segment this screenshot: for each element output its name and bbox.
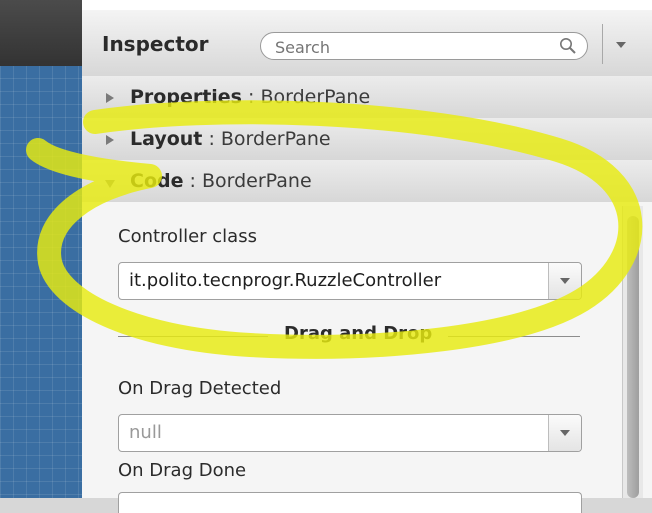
on-drag-detected-combo[interactable]: null xyxy=(118,414,582,452)
scrollbar-thumb[interactable] xyxy=(627,216,639,498)
code-section-body: Controller class it.polito.tecnprogr.Ruz… xyxy=(82,202,652,513)
section-title-code: Code : BorderPane xyxy=(130,170,312,192)
section-type: BorderPane xyxy=(201,170,312,192)
collapsed-arrow-icon[interactable] xyxy=(104,134,116,146)
canvas-toolbar-area xyxy=(0,0,82,66)
header-divider xyxy=(602,24,603,64)
section-type: BorderPane xyxy=(260,86,371,108)
section-code[interactable]: Code : BorderPane xyxy=(82,160,652,203)
drag-drop-heading: Drag and Drop xyxy=(268,323,449,344)
vertical-scrollbar[interactable] xyxy=(622,206,643,498)
section-separator: : xyxy=(202,128,221,150)
menu-chevron-down-icon[interactable] xyxy=(612,38,630,52)
top-strip xyxy=(0,0,652,10)
on-drag-done-label: On Drag Done xyxy=(118,460,247,481)
collapsed-arrow-icon[interactable] xyxy=(104,92,116,104)
section-separator: : xyxy=(242,86,261,108)
section-layout[interactable]: Layout : BorderPane xyxy=(82,118,652,161)
section-name: Properties xyxy=(130,86,242,108)
on-drag-done-combo[interactable] xyxy=(118,492,582,513)
inspector-title: Inspector xyxy=(102,32,209,56)
section-properties[interactable]: Properties : BorderPane xyxy=(82,76,652,119)
controller-class-label: Controller class xyxy=(118,226,257,247)
section-name: Code xyxy=(130,170,184,192)
inspector-panel: Inspector Properties : BorderPane Layout… xyxy=(82,10,652,513)
section-type: BorderPane xyxy=(220,128,331,150)
on-drag-detected-dropdown-button[interactable] xyxy=(548,415,581,451)
controller-class-value[interactable]: it.polito.tecnprogr.RuzzleController xyxy=(129,270,441,291)
search-input[interactable] xyxy=(273,36,527,58)
controller-class-dropdown-button[interactable] xyxy=(548,263,581,299)
section-name: Layout xyxy=(130,128,203,150)
on-drag-detected-value[interactable]: null xyxy=(129,422,162,443)
controller-class-combo[interactable]: it.polito.tecnprogr.RuzzleController xyxy=(118,262,582,300)
section-separator: : xyxy=(183,170,202,192)
design-canvas[interactable] xyxy=(0,0,82,498)
expanded-arrow-icon[interactable] xyxy=(104,178,116,190)
on-drag-detected-label: On Drag Detected xyxy=(118,378,282,399)
chevron-down-icon[interactable] xyxy=(549,263,581,299)
section-title-properties: Properties : BorderPane xyxy=(130,86,370,108)
search-icon[interactable] xyxy=(559,37,577,55)
section-title-layout: Layout : BorderPane xyxy=(130,128,331,150)
search-box[interactable] xyxy=(260,32,588,60)
inspector-header: Inspector xyxy=(82,10,652,77)
chevron-down-icon[interactable] xyxy=(549,415,581,451)
